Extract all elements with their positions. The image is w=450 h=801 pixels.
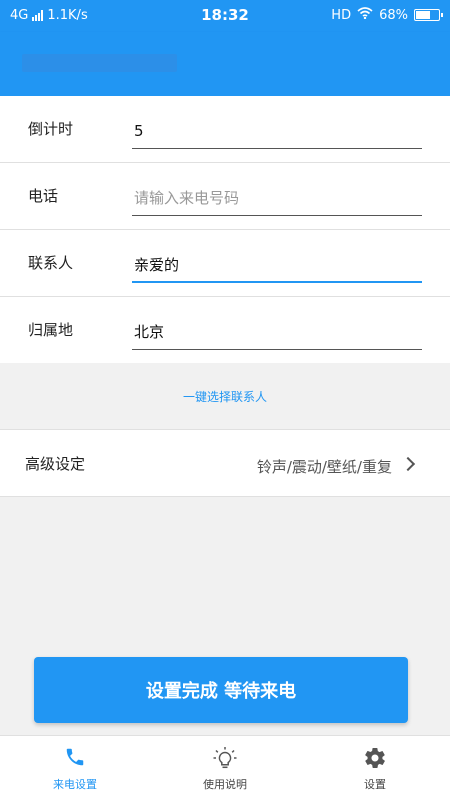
countdown-row: 倒计时 (0, 96, 450, 163)
phone-icon (66, 748, 84, 766)
tab-settings[interactable]: 设置 (300, 736, 450, 801)
location-input[interactable] (132, 314, 422, 350)
tab-call-settings[interactable]: 来电设置 (0, 736, 150, 801)
battery-icon (414, 9, 443, 21)
tab-call-settings-label: 来电设置 (53, 778, 97, 791)
countdown-label: 倒计时 (28, 120, 74, 138)
tab-instructions[interactable]: 使用说明 (150, 736, 300, 801)
hd-indicator: HD (331, 7, 352, 23)
lightbulb-icon (213, 747, 237, 769)
status-right: HD 68% (331, 7, 443, 23)
chevron-right-icon (400, 456, 416, 472)
pick-contact-area: 一键选择联系人 (0, 363, 450, 430)
app-bar (0, 32, 450, 96)
contact-row: 联系人 (0, 230, 450, 297)
advanced-label: 高级设定 (25, 455, 86, 473)
app-title (22, 54, 177, 72)
contact-input[interactable] (132, 247, 422, 283)
battery-percent: 68% (379, 7, 408, 23)
bottom-tab-bar: 来电设置 使用说明 设置 (0, 735, 450, 801)
advanced-settings-row[interactable]: 高级设定 铃声/震动/壁纸/重复 (0, 430, 450, 497)
advanced-value: 铃声/震动/壁纸/重复 (256, 458, 392, 476)
contact-label: 联系人 (28, 254, 74, 272)
phone-row: 电话 (0, 163, 450, 230)
tab-settings-label: 设置 (364, 778, 386, 791)
countdown-input[interactable] (132, 113, 422, 149)
call-settings-form: 倒计时 电话 联系人 归属地 (0, 96, 450, 364)
phone-input[interactable] (132, 180, 422, 216)
location-row: 归属地 (0, 297, 450, 364)
pick-contact-link[interactable]: 一键选择联系人 (0, 388, 450, 405)
done-wait-call-button[interactable]: 设置完成 等待来电 (34, 657, 408, 723)
status-bar: 4G 1.1K/s 18:32 HD 68% (0, 0, 450, 32)
gear-icon (365, 748, 385, 768)
tab-instructions-label: 使用说明 (203, 778, 247, 791)
wifi-icon (357, 7, 373, 23)
location-label: 归属地 (28, 321, 74, 339)
phone-label: 电话 (28, 187, 59, 205)
